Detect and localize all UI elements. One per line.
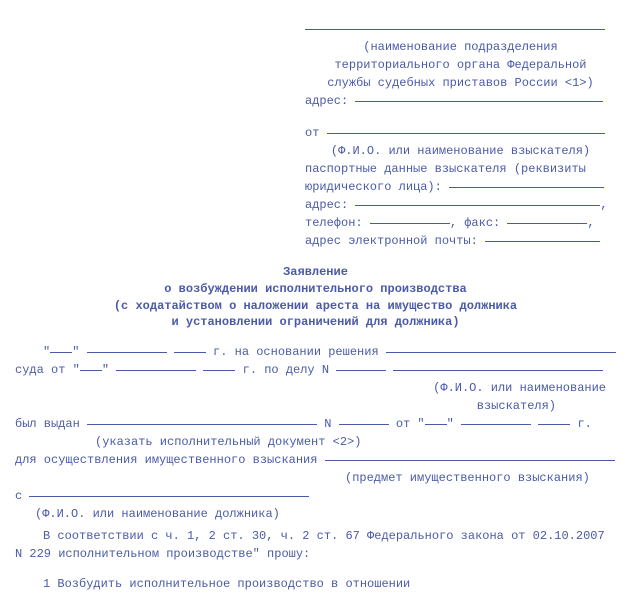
recipient-line[interactable]	[305, 29, 605, 30]
case-number-field[interactable]	[336, 370, 386, 371]
quote-close-1: "	[72, 345, 86, 359]
day-field-2[interactable]	[80, 370, 102, 371]
debtor-caption: (Ф.И.О. или наименование должника)	[35, 505, 616, 523]
decision-field[interactable]	[386, 352, 616, 353]
title-line3: (с ходатайством о наложении ареста на им…	[15, 298, 616, 315]
email-field[interactable]	[485, 241, 600, 242]
passport-line2: юридического лица):	[305, 180, 449, 194]
from-label-2: от "	[389, 417, 425, 431]
quote-open-1: "	[43, 345, 50, 359]
month-field-3[interactable]	[461, 424, 531, 425]
with-label: с	[15, 489, 29, 503]
fax-field[interactable]	[507, 223, 587, 224]
title-line1: Заявление	[15, 264, 616, 281]
year-suffix-3: г.	[570, 417, 592, 431]
from-caption: (Ф.И.О. или наименование взыскателя)	[305, 142, 616, 160]
issued-label: был выдан	[15, 417, 87, 431]
passport-field[interactable]	[449, 187, 604, 188]
claimant-caption-1: (Ф.И.О. или наименование	[15, 379, 606, 397]
basis-label: г. на основании решения	[206, 345, 386, 359]
recovery-field[interactable]	[325, 460, 615, 461]
year-field-3[interactable]	[538, 424, 570, 425]
claimant-caption-2: взыскателя)	[15, 397, 556, 415]
fax-label: , факс:	[450, 216, 508, 230]
doc-number-field[interactable]	[339, 424, 389, 425]
title-line2: о возбуждении исполнительного производст…	[15, 281, 616, 298]
court-from-label: суда от "	[15, 363, 80, 377]
recipient-caption-2: территориального органа Федеральной	[305, 56, 616, 74]
month-field-2[interactable]	[116, 370, 196, 371]
email-label: адрес электронной почты:	[305, 234, 485, 248]
comma2: ,	[587, 216, 594, 230]
phone-label: телефон:	[305, 216, 370, 230]
exec-doc-field[interactable]	[87, 424, 317, 425]
day-field-1[interactable]	[50, 352, 72, 353]
recipient-block: (наименование подразделения территориаль…	[305, 20, 616, 250]
recovery-label: для осуществления имущественного взыскан…	[15, 453, 325, 467]
month-field-1[interactable]	[87, 352, 167, 353]
quote-close-3: "	[447, 417, 461, 431]
address2-field[interactable]	[355, 205, 600, 206]
day-field-3[interactable]	[425, 424, 447, 425]
year-field-1[interactable]	[174, 352, 206, 353]
address2-label: адрес:	[305, 198, 355, 212]
body-content: " " г. на основании решения суда от " " г.…	[15, 343, 616, 593]
document-title: Заявление о возбуждении исполнительного …	[15, 264, 616, 331]
address-field[interactable]	[355, 101, 603, 102]
claimant-field[interactable]	[393, 370, 603, 371]
comma1: ,	[600, 198, 607, 212]
address-label: адрес:	[305, 94, 355, 108]
debtor-field[interactable]	[29, 496, 309, 497]
case-label: г. по делу N	[235, 363, 336, 377]
n-label: N	[317, 417, 339, 431]
passport-line1: паспортные данные взыскателя (реквизиты	[305, 160, 616, 178]
recipient-caption-3: службы судебных приставов России <1>)	[305, 74, 616, 92]
quote-close-2: "	[102, 363, 116, 377]
year-field-2[interactable]	[203, 370, 235, 371]
exec-doc-caption: (указать исполнительный документ <2>)	[95, 433, 616, 451]
from-label: от	[305, 126, 327, 140]
from-field[interactable]	[327, 133, 605, 134]
recovery-caption: (предмет имущественного взыскания)	[345, 469, 616, 487]
item-1: 1 Возбудить исполнительное производство …	[15, 575, 616, 593]
phone-field[interactable]	[370, 223, 450, 224]
title-line4: и установлении ограничений для должника)	[15, 314, 616, 331]
law-text: В соответствии с ч. 1, 2 ст. 30, ч. 2 ст…	[15, 527, 616, 563]
recipient-caption-1: (наименование подразделения	[305, 38, 616, 56]
